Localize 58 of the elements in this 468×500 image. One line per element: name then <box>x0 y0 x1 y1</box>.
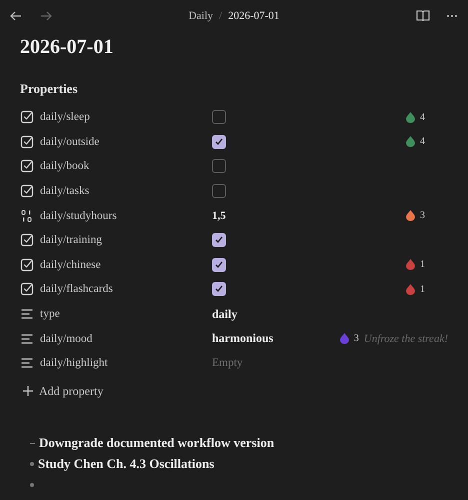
text-lines-icon <box>20 356 34 370</box>
check-icon <box>215 285 223 294</box>
check-icon <box>215 138 223 146</box>
add-property-button[interactable]: Add property <box>22 384 104 399</box>
checkbox-icon <box>20 233 34 248</box>
breadcrumb-current: 2026-07-01 <box>228 10 280 22</box>
note-title: 2026-07-01 <box>20 36 114 59</box>
property-name[interactable]: type <box>40 308 60 320</box>
property-name[interactable]: daily/training <box>40 234 102 246</box>
streak-count: 3 <box>354 333 359 344</box>
property-name[interactable]: daily/tasks <box>40 185 90 198</box>
property-name[interactable]: daily/outside <box>40 136 100 148</box>
back-button[interactable] <box>10 10 22 22</box>
streak-count: 4 <box>420 112 425 123</box>
property-value[interactable]: daily <box>212 306 238 322</box>
binary-icon <box>20 208 34 223</box>
check-icon <box>215 260 223 269</box>
checkbox-icon <box>20 184 34 198</box>
list-item-text: Downgrade documented workflow version <box>39 435 274 452</box>
checkbox[interactable] <box>212 110 226 124</box>
checkbox-icon <box>20 159 34 174</box>
streak-count: 1 <box>420 284 425 295</box>
streak-count: 3 <box>420 210 425 222</box>
property-name[interactable]: daily/mood <box>40 332 92 345</box>
property-name[interactable]: daily/chinese <box>40 258 101 271</box>
checkbox-icon <box>20 110 34 124</box>
list-item-text: Study Chen Ch. 4.3 Oscillations <box>38 456 214 472</box>
text-lines-icon <box>20 307 34 322</box>
checkbox-icon <box>20 258 34 272</box>
checkbox[interactable] <box>212 282 226 296</box>
streak-count: 4 <box>420 136 425 148</box>
property-name[interactable]: daily/book <box>40 160 90 172</box>
plus-icon <box>22 385 34 398</box>
breadcrumb-link[interactable]: Daily <box>188 10 214 22</box>
bullet-marker <box>30 462 34 466</box>
property-name[interactable]: daily/flashcards <box>40 283 113 296</box>
property-value[interactable]: 1,5 <box>212 210 226 222</box>
property-value[interactable]: harmonious <box>212 331 274 346</box>
checkbox-icon <box>20 134 34 149</box>
property-name[interactable]: daily/studyhours <box>40 210 117 222</box>
checkbox-icon <box>20 282 34 296</box>
check-icon <box>215 236 223 244</box>
checkbox[interactable] <box>212 184 226 198</box>
forward-button[interactable] <box>40 10 52 22</box>
bullet-marker <box>30 483 34 488</box>
streak-count: 1 <box>420 259 425 270</box>
checkbox[interactable] <box>212 134 226 149</box>
property-name[interactable]: daily/highlight <box>40 357 108 370</box>
dash-marker <box>30 442 35 444</box>
book-icon[interactable] <box>416 9 430 23</box>
checkbox[interactable] <box>212 233 226 248</box>
properties-heading: Properties <box>20 81 79 97</box>
text-lines-icon <box>20 332 34 346</box>
streak-note: Unfroze the streak! <box>364 332 448 345</box>
checkbox[interactable] <box>212 159 226 174</box>
breadcrumb-separator: / <box>219 10 222 22</box>
property-name[interactable]: daily/sleep <box>40 111 90 124</box>
checkbox[interactable] <box>212 258 226 272</box>
